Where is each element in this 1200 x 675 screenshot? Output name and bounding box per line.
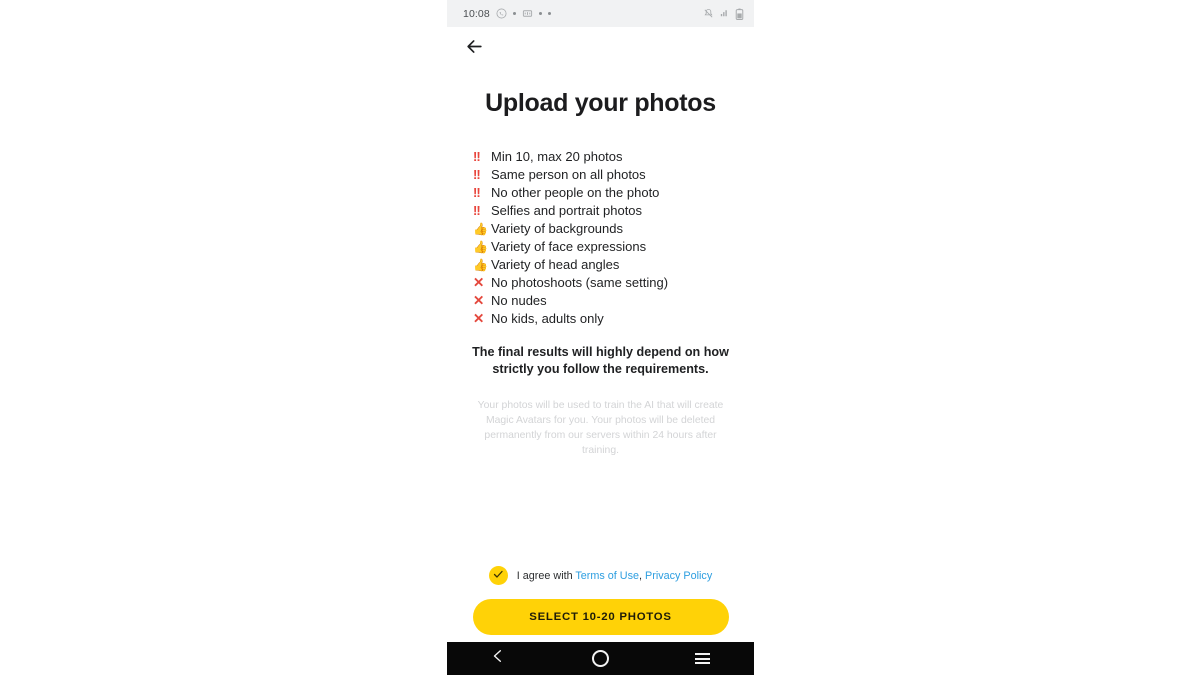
select-photos-button[interactable]: SELECT 10-20 PHOTOS	[472, 599, 729, 635]
list-item-label: No nudes	[491, 292, 547, 308]
nav-back-button[interactable]	[475, 642, 521, 675]
agreement-row: I agree with Terms of Use, Privacy Polic…	[447, 566, 754, 585]
app-bar	[447, 27, 754, 70]
cross-mark-icon: ✕	[473, 292, 485, 308]
status-bar: 10:08	[447, 0, 754, 27]
messaging-icon	[522, 8, 533, 19]
list-item-label: Selfies and portrait photos	[491, 202, 643, 218]
thumbs-up-icon: 👍	[473, 221, 488, 236]
notification-dot-icon	[512, 12, 516, 15]
list-item: !! Min 10, max 20 photos	[473, 148, 736, 166]
page-title: Upload your photos	[485, 89, 716, 117]
requirements-list: !! Min 10, max 20 photos !! Same person …	[465, 148, 736, 328]
list-item-label: Min 10, max 20 photos	[491, 148, 623, 164]
nav-home-button[interactable]	[577, 642, 623, 675]
list-item-label: Same person on all photos	[491, 166, 646, 182]
list-item: !! No other people on the photo	[473, 184, 736, 202]
status-bar-left: 10:08	[463, 8, 703, 20]
signal-icon	[719, 8, 730, 19]
list-item-label: Variety of backgrounds	[491, 220, 623, 236]
battery-icon	[735, 8, 744, 20]
check-icon	[492, 567, 504, 585]
terms-of-use-link[interactable]: Terms of Use	[575, 570, 639, 582]
privacy-disclaimer: Your photos will be used to train the AI…	[477, 399, 724, 456]
back-arrow-icon	[465, 37, 484, 61]
list-item: !! Same person on all photos	[473, 166, 736, 184]
main-content: Upload your photos !! Min 10, max 20 pho…	[447, 70, 754, 458]
nav-back-icon	[491, 648, 505, 669]
list-item-label: Variety of face expressions	[491, 238, 647, 254]
back-button[interactable]	[461, 36, 487, 62]
list-item: ✕ No nudes	[473, 292, 736, 310]
privacy-policy-link[interactable]: Privacy Policy	[645, 570, 712, 582]
list-item: ✕ No kids, adults only	[473, 310, 736, 328]
whatsapp-icon	[496, 8, 507, 19]
screenshot-canvas: 10:08 Upload your photos !! Min 10, max …	[0, 0, 1200, 675]
cross-mark-icon: ✕	[473, 274, 485, 290]
agreement-prefix: I agree with	[516, 569, 576, 582]
double-exclamation-icon: !!	[473, 184, 481, 200]
list-item-label: No photoshoots (same setting)	[491, 274, 669, 290]
phone-screen: 10:08 Upload your photos !! Min 10, max …	[447, 0, 754, 675]
list-item: ✕ No photoshoots (same setting)	[473, 274, 736, 292]
list-item: 👍 Variety of head angles	[473, 256, 736, 274]
emphasis-text: The final results will highly depend on …	[472, 344, 729, 376]
list-item-label: No kids, adults only	[491, 310, 604, 326]
list-item: !! Selfies and portrait photos	[473, 202, 736, 220]
nav-home-icon	[591, 650, 609, 667]
bottom-actions: I agree with Terms of Use, Privacy Polic…	[447, 566, 754, 635]
agree-checkbox[interactable]	[488, 566, 508, 585]
nav-recents-button[interactable]	[680, 642, 726, 675]
thumbs-up-icon: 👍	[473, 257, 488, 272]
nav-recents-icon	[695, 653, 711, 664]
notification-dot-icon	[547, 12, 551, 15]
android-nav-bar	[447, 642, 754, 675]
list-item-label: Variety of head angles	[491, 256, 620, 272]
list-item: 👍 Variety of backgrounds	[473, 220, 736, 238]
list-item: 👍 Variety of face expressions	[473, 238, 736, 256]
cross-mark-icon: ✕	[473, 310, 485, 326]
thumbs-up-icon: 👍	[473, 239, 488, 254]
double-exclamation-icon: !!	[473, 202, 481, 218]
vibrate-mute-icon	[703, 8, 714, 19]
double-exclamation-icon: !!	[473, 148, 481, 164]
status-clock: 10:08	[463, 7, 490, 20]
notification-dot-icon	[538, 12, 542, 15]
double-exclamation-icon: !!	[473, 166, 481, 182]
agreement-text: I agree with Terms of Use, Privacy Polic…	[517, 570, 712, 582]
status-bar-right	[703, 8, 744, 20]
list-item-label: No other people on the photo	[491, 184, 660, 200]
